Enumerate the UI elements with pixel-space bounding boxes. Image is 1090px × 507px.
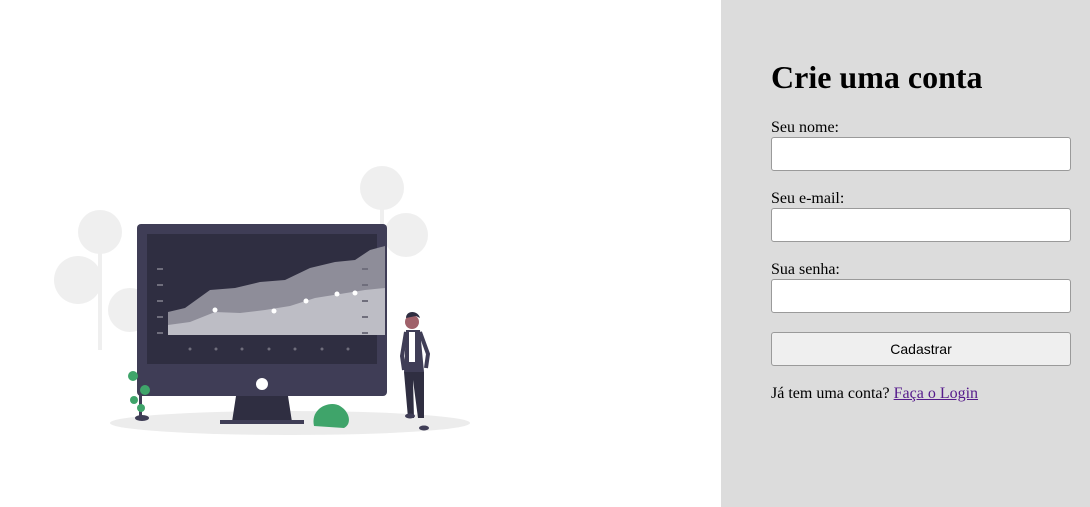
person [399,312,431,431]
login-prompt-line: Já tem uma conta? Faça o Login [771,385,1071,403]
name-input[interactable] [771,137,1071,171]
form-title: Crie uma conta [771,59,983,95]
signup-button[interactable]: Cadastrar [771,332,1071,366]
email-input[interactable] [771,208,1071,242]
name-label: Seu nome: [771,119,839,136]
signup-form: Crie uma conta Seu nome: Seu e-mail: Sua… [771,58,1071,403]
login-link[interactable]: Faça o Login [894,385,978,402]
signup-panel: Crie uma conta Seu nome: Seu e-mail: Sua… [721,0,1090,507]
illustration-panel [0,0,721,507]
email-label: Seu e-mail: [771,190,845,207]
page: Crie uma conta Seu nome: Seu e-mail: Sua… [0,0,1090,507]
bush [313,404,349,428]
name-field-group: Seu nome: [771,119,1071,171]
password-input[interactable] [771,279,1071,313]
password-field-group: Sua senha: [771,261,1071,313]
login-prompt-text: Já tem uma conta? [771,385,890,402]
password-label: Sua senha: [771,261,840,278]
dashboard-illustration [54,166,470,435]
email-field-group: Seu e-mail: [771,190,1071,242]
